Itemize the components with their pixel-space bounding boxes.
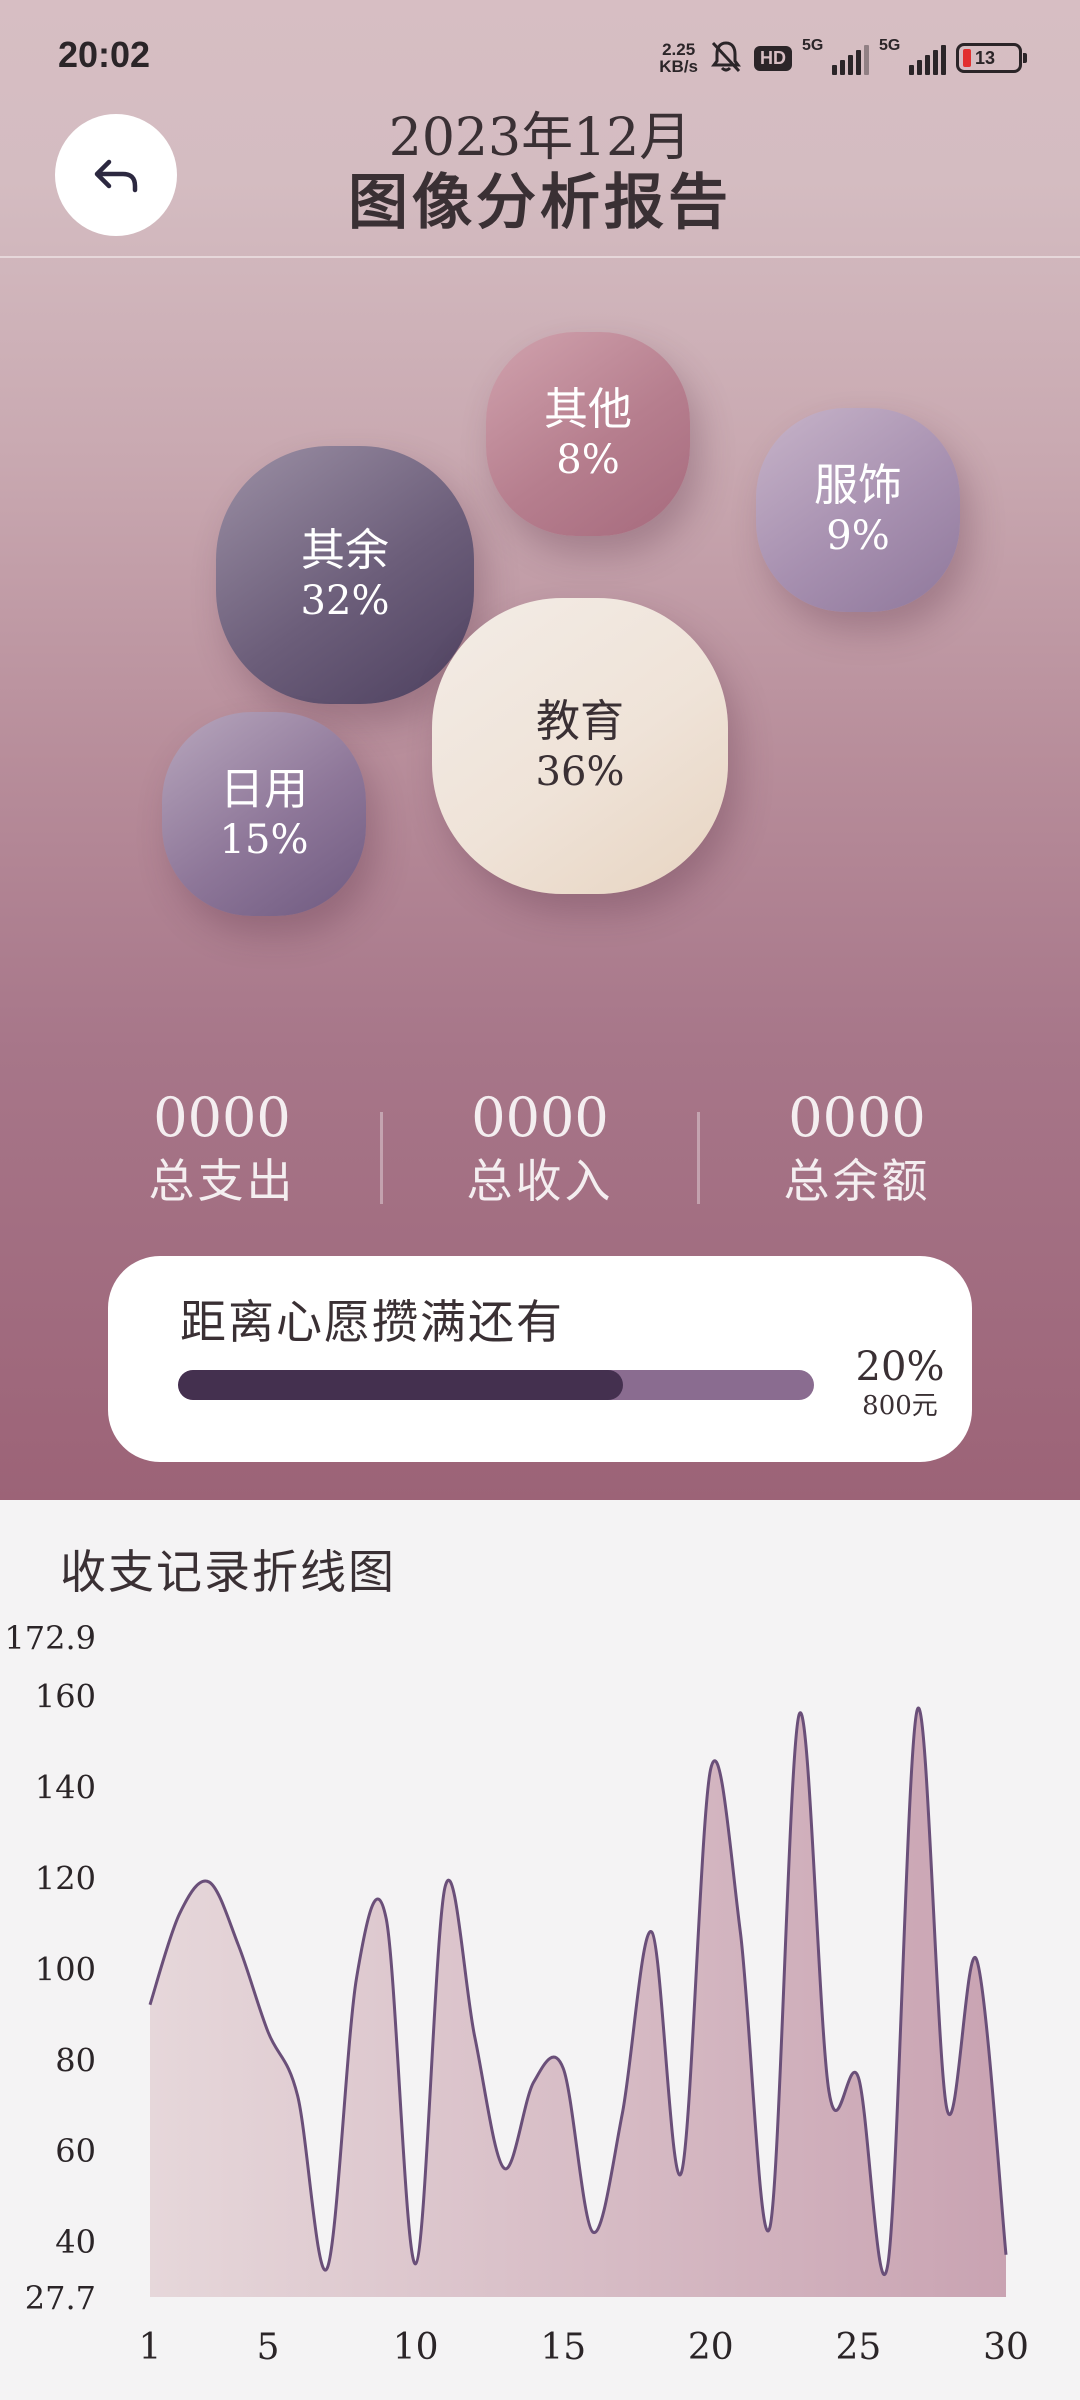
y-tick-label: 27.7 xyxy=(25,2279,96,2317)
category-percent: 9% xyxy=(826,513,890,559)
x-tick-label: 20 xyxy=(688,2327,734,2368)
wish-amount: 800元 xyxy=(862,1391,938,1421)
y-tick-label: 172.9 xyxy=(4,1619,96,1657)
category-bubble-daily[interactable]: 日用 15% xyxy=(162,712,366,916)
stat-divider xyxy=(380,1112,383,1204)
line-chart: 172.916014012010080604027.71 5 10 15 20 25 30 xyxy=(4,1619,1029,2368)
y-tick-label: 100 xyxy=(35,1950,96,1988)
hd-badge: HD xyxy=(754,45,792,71)
y-tick-label: 80 xyxy=(55,2041,96,2079)
y-tick-label: 160 xyxy=(35,1678,96,1716)
category-percent: 15% xyxy=(219,817,309,863)
signal-icon-2: 5G xyxy=(879,37,946,75)
total-expense-label: 总支出 xyxy=(148,1154,296,1208)
category-name: 教育 xyxy=(536,696,624,747)
category-bubble-clothes[interactable]: 服饰 9% xyxy=(756,408,960,612)
page-title: 2023年12月 图像分析报告 xyxy=(240,108,840,238)
y-tick-label: 140 xyxy=(35,1769,96,1807)
category-bubble-other[interactable]: 其他 8% xyxy=(486,332,690,536)
wish-title: 距离心愿攒满还有 xyxy=(180,1295,564,1349)
total-expense: 0000 总支出 xyxy=(112,1086,332,1212)
x-tick-label: 30 xyxy=(983,2327,1029,2368)
chart-section: 收支记录折线图 172.9 160 140 120 100 80 60 40 27.7 1 5 10 1… xyxy=(0,1500,1080,2400)
total-income: 0000 总收入 xyxy=(430,1086,650,1212)
category-name: 其他 xyxy=(544,384,632,435)
wish-progress-fill xyxy=(178,1370,624,1400)
status-icons: 2.25 KB/s HD 5G 5G 13 xyxy=(659,36,1027,80)
total-income-value: 0000 xyxy=(471,1086,609,1149)
battery-icon: 13 xyxy=(956,43,1027,73)
x-tick-label: 5 xyxy=(257,2327,280,2368)
totals-row: 0000 总支出 0000 总收入 0000 总余额 xyxy=(0,1086,1080,1226)
network-speed: 2.25 KB/s xyxy=(659,41,698,75)
back-button[interactable] xyxy=(55,114,177,236)
network-speed-value: 2.25 xyxy=(662,40,696,59)
category-bubble-rest[interactable]: 其余 32% xyxy=(216,446,474,704)
total-balance: 0000 总余额 xyxy=(747,1086,967,1212)
x-tick-label: 1 xyxy=(139,2327,162,2368)
x-tick-label: 10 xyxy=(393,2327,439,2368)
network-speed-unit: KB/s xyxy=(659,57,698,76)
total-balance-label: 总余额 xyxy=(783,1154,931,1208)
category-percent: 8% xyxy=(556,437,620,483)
x-tick-label: 25 xyxy=(836,2327,882,2368)
category-bubble-education[interactable]: 教育 36% xyxy=(432,598,728,894)
total-balance-value: 0000 xyxy=(788,1086,926,1149)
signal-1-label: 5G xyxy=(802,37,824,54)
back-arrow-icon xyxy=(94,159,138,193)
wish-progress-bar xyxy=(178,1370,814,1400)
category-percent: 36% xyxy=(535,749,625,795)
stat-divider xyxy=(697,1112,700,1204)
category-name: 服饰 xyxy=(814,460,902,511)
chart-area-fill xyxy=(150,1708,1006,2297)
wish-percent: 20% xyxy=(855,1344,945,1390)
category-name: 其余 xyxy=(301,525,389,576)
total-expense-value: 0000 xyxy=(153,1086,291,1149)
page-title-main: 图像分析报告 xyxy=(348,168,732,238)
signal-icon-1: 5G xyxy=(802,37,869,75)
category-percent: 32% xyxy=(300,578,390,624)
signal-2-label: 5G xyxy=(879,37,901,54)
report-page: 20:02 2.25 KB/s HD 5G 5G 13 2023年12月 图像分… xyxy=(0,0,1080,2400)
header-divider xyxy=(0,256,1080,258)
x-tick-label: 15 xyxy=(540,2327,586,2368)
status-bar: 20:02 2.25 KB/s HD 5G 5G 13 xyxy=(0,0,1080,110)
y-tick-label: 60 xyxy=(55,2132,96,2170)
page-title-date: 2023年12月 xyxy=(388,108,692,168)
y-tick-label: 40 xyxy=(55,2223,96,2261)
mute-bell-icon xyxy=(708,38,744,79)
category-name: 日用 xyxy=(220,764,308,815)
total-income-label: 总收入 xyxy=(466,1154,614,1208)
y-tick-label: 120 xyxy=(35,1859,96,1897)
battery-level: 13 xyxy=(975,47,996,68)
status-time: 20:02 xyxy=(58,34,151,75)
wish-progress-card[interactable]: 距离心愿攒满还有 20% 800元 xyxy=(108,1256,972,1462)
